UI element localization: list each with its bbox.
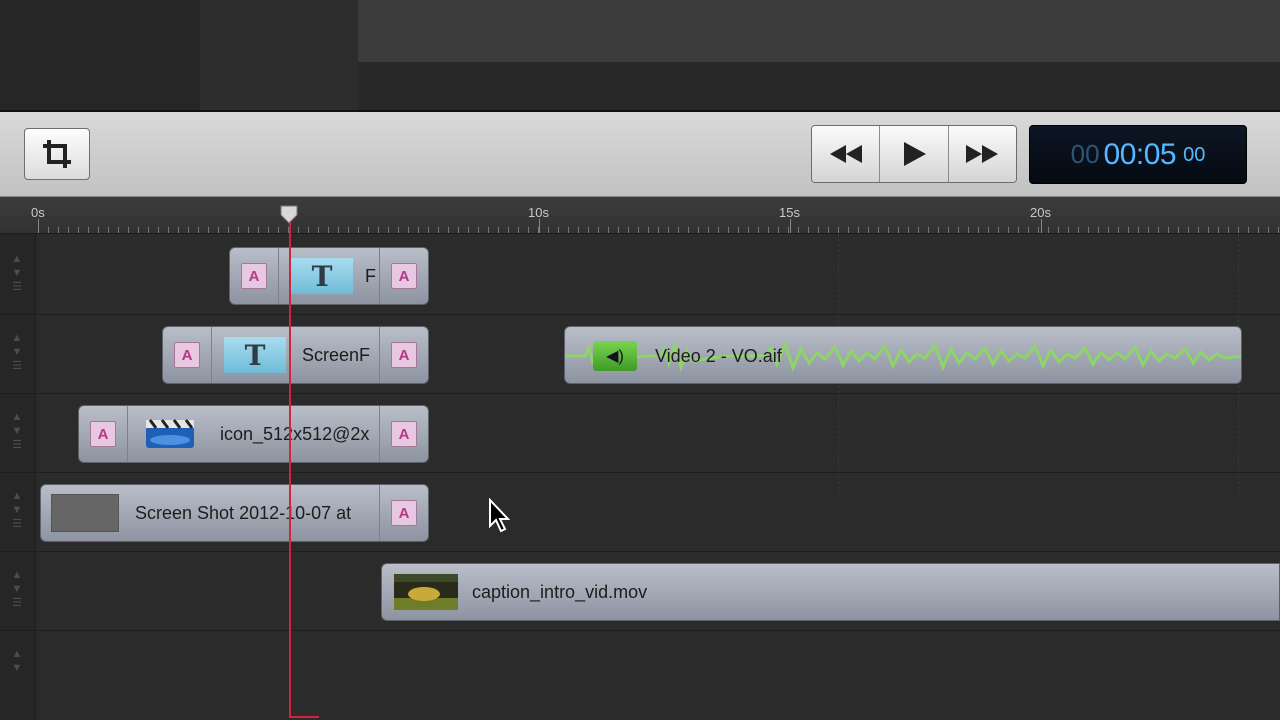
clip-label: icon_512x512@2x: [220, 423, 370, 444]
title-thumbnail-icon: T: [291, 258, 353, 294]
animation-badge[interactable]: A: [174, 342, 200, 368]
animation-badge[interactable]: A: [241, 263, 267, 289]
ruler-label-0s: 0s: [31, 205, 45, 220]
timeline-toolbar: 00 00:05 00: [0, 110, 1280, 197]
animation-badge[interactable]: A: [90, 421, 116, 447]
crop-button[interactable]: [24, 128, 90, 180]
transport-controls: [811, 125, 1017, 183]
ruler-ticks: [38, 227, 1280, 233]
rewind-button[interactable]: [812, 126, 881, 182]
clip-label: caption_intro_vid.mov: [472, 581, 648, 602]
animation-badge[interactable]: A: [391, 500, 417, 526]
clip-label: F: [365, 265, 376, 286]
timecode-display[interactable]: 00 00:05 00: [1029, 125, 1247, 184]
icon-clip[interactable]: A icon_512x512@2x A: [78, 405, 429, 463]
preview-mid-panel: [200, 0, 358, 110]
title-thumbnail-icon: T: [224, 337, 286, 373]
screenshot-thumbnail: [51, 494, 119, 532]
clip-label: Video 2 - VO.aif: [655, 346, 782, 366]
ruler-label-20s: 20s: [1030, 205, 1051, 220]
crop-icon: [43, 140, 71, 168]
play-button[interactable]: [880, 126, 949, 182]
playhead-foot: [289, 716, 319, 718]
speaker-icon: ◀): [593, 341, 637, 371]
fast-forward-icon: [966, 145, 999, 163]
track-handle-icon[interactable]: ▲ ▼ ☰: [8, 568, 26, 620]
ruler-label-10s: 10s: [528, 205, 549, 220]
preview-area: [0, 0, 1280, 110]
timecode-main: 00:05: [1103, 137, 1177, 171]
screenshot-clip[interactable]: Screen Shot 2012-10-07 at A: [40, 484, 429, 542]
timeline-tracks: ▲ ▼ ☰ ▲ ▼ ☰ ▲ ▼ ☰ ▲ ▼ ☰ ▲ ▼ ☰ ▲ ▼ A T F A A T Scree…: [0, 234, 1280, 720]
track-handle-icon[interactable]: ▲ ▼ ☰: [8, 489, 26, 541]
clip-label: ScreenF: [302, 344, 371, 365]
track-handle-icon[interactable]: ▲ ▼ ☰: [8, 331, 26, 383]
video-clip[interactable]: caption_intro_vid.mov: [381, 563, 1280, 621]
audio-clip[interactable]: ◀) Video 2 - VO.aif: [564, 326, 1242, 384]
animation-badge[interactable]: A: [391, 421, 417, 447]
track-handle-icon[interactable]: ▲ ▼: [8, 647, 26, 699]
play-icon: [903, 142, 926, 166]
track-handle-icon[interactable]: ▲ ▼ ☰: [8, 410, 26, 462]
fast-forward-button[interactable]: [948, 126, 1016, 182]
ruler-label-15s: 15s: [779, 205, 800, 220]
timecode-frames: 00: [1183, 144, 1206, 166]
animation-badge[interactable]: A: [391, 263, 417, 289]
animation-badge[interactable]: A: [391, 342, 417, 368]
mouse-cursor-icon: [489, 498, 511, 533]
timeline-ruler[interactable]: 0s 10s 15s 20s: [0, 197, 1280, 234]
timecode-hours: 00: [1070, 139, 1100, 169]
rewind-icon: [829, 145, 862, 163]
video-thumbnail: [394, 574, 458, 610]
preview-canvas[interactable]: [358, 0, 1280, 62]
title-clip-b[interactable]: A T ScreenF A: [162, 326, 429, 384]
clapperboard-thumbnail-icon: [146, 419, 194, 448]
track-handle-icon[interactable]: ▲ ▼ ☰: [8, 252, 26, 304]
title-clip-a[interactable]: A T F A: [229, 247, 429, 305]
preview-left-panel: [0, 0, 200, 110]
clip-label: Screen Shot 2012-10-07 at: [135, 502, 352, 523]
playhead-handle[interactable]: [279, 204, 299, 224]
playhead-line: [289, 218, 291, 718]
